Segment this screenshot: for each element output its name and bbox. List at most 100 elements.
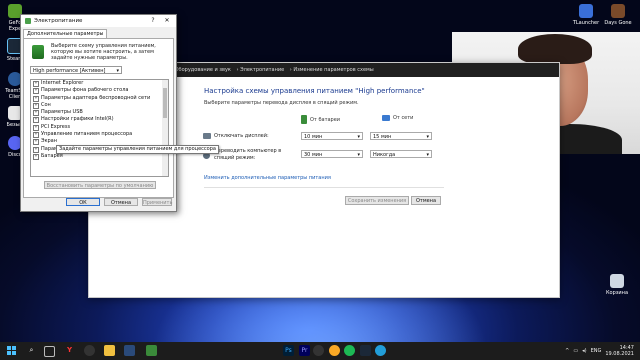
steam-taskbar-icon[interactable]: [360, 345, 371, 356]
battery-icon: [301, 115, 307, 124]
help-button[interactable]: ?: [146, 15, 160, 27]
apply-button[interactable]: Применить: [142, 198, 172, 206]
tree-item[interactable]: + Настройки графики Intel(R): [31, 116, 168, 124]
monitor-icon: [203, 133, 211, 139]
display-off-power-select[interactable]: 15 мин: [370, 132, 432, 141]
page-title: Настройка схемы управления питанием "Hig…: [204, 87, 425, 95]
desktop-icon-recycle-bin[interactable]: Корзина: [602, 274, 632, 296]
power-options-icon: [25, 18, 31, 24]
app-icon[interactable]: [84, 345, 95, 356]
tree-scrollbar[interactable]: [162, 80, 168, 176]
telegram-icon[interactable]: [375, 345, 386, 356]
breadcrumb-item[interactable]: Электропитание: [240, 67, 284, 73]
tree-item-label: Сон: [41, 101, 51, 108]
search-icon[interactable]: ⌕: [26, 345, 37, 356]
breadcrumb-sep: ›: [236, 67, 239, 73]
chevron-up-icon[interactable]: ^: [565, 348, 569, 354]
sleep-battery-select[interactable]: 30 мин: [301, 150, 363, 159]
scrollbar-thumb[interactable]: [163, 88, 167, 118]
tree-item[interactable]: + Параметры фона рабочего стола: [31, 87, 168, 95]
clock[interactable]: 14:47 19.08.2021: [605, 345, 634, 357]
file-explorer-icon[interactable]: [104, 345, 115, 356]
tree-item-label: Параметры USB: [41, 109, 83, 116]
power-options-taskbar-icon[interactable]: [146, 345, 157, 356]
tree-item[interactable]: + Сон: [31, 102, 168, 109]
days-gone-icon: [611, 4, 625, 18]
power-options-dialog: Электропитание ? ✕ Дополнительные параме…: [20, 14, 177, 212]
breadcrumb-sep: ›: [289, 67, 292, 73]
tree-item[interactable]: + Управление питанием процессора: [31, 131, 168, 139]
dialog-panel: Выберите схему управления питанием, кото…: [23, 38, 174, 198]
desktop-icon-label: TLauncher: [572, 20, 600, 26]
advanced-settings-link[interactable]: Изменить дополнительные параметры питани…: [204, 175, 331, 181]
dialog-title: Электропитание: [34, 18, 83, 24]
photoshop-icon[interactable]: Ps: [283, 345, 294, 356]
breadcrumb-item[interactable]: Изменение параметров схемы: [293, 67, 373, 73]
language-indicator[interactable]: ENG: [591, 348, 602, 354]
person-hair: [518, 34, 592, 64]
expand-icon[interactable]: +: [33, 132, 39, 139]
premiere-icon[interactable]: Pr: [299, 345, 310, 356]
column-header-power: От сети: [382, 115, 413, 121]
expand-icon[interactable]: +: [33, 88, 39, 95]
restore-defaults-button[interactable]: Восстановить параметры по умолчанию: [44, 181, 156, 189]
taskbar: ⌕ Y Ps Pr ^ ▭ ◂) ENG 14:47 19.08.2021: [0, 342, 640, 360]
clock-date: 19.08.2021: [605, 351, 634, 357]
recycle-bin-icon: [610, 274, 624, 288]
desktop-icon-label: Days Gone: [604, 20, 632, 26]
tree-item-label: Экран: [41, 138, 58, 145]
expand-icon[interactable]: +: [33, 102, 39, 109]
ok-button[interactable]: ОК: [66, 198, 100, 206]
plan-cancel-button[interactable]: Отмена: [411, 196, 441, 205]
desktop-icon-tlauncher[interactable]: TLauncher: [572, 4, 600, 26]
expand-icon[interactable]: +: [33, 124, 39, 131]
tlauncher-icon: [579, 4, 593, 18]
tree-item-label: Параметры адаптера беспроводной сети: [41, 94, 151, 101]
yandex-browser-icon[interactable]: Y: [64, 345, 75, 356]
tree-item[interactable]: + PCI Express: [31, 124, 168, 131]
volume-icon[interactable]: ◂): [582, 348, 586, 354]
start-icon[interactable]: [6, 345, 17, 356]
expand-icon[interactable]: +: [33, 146, 39, 153]
processor-tooltip: Задайте параметры управления питанием дл…: [56, 145, 219, 154]
expand-icon[interactable]: +: [33, 139, 39, 146]
network-icon[interactable]: ▭: [573, 348, 578, 354]
save-changes-button[interactable]: Сохранить изменения: [345, 196, 409, 205]
chrome-icon[interactable]: [329, 345, 340, 356]
column-header-battery: От батареи: [301, 115, 340, 124]
task-view-icon[interactable]: [44, 346, 55, 357]
spotify-icon[interactable]: [344, 345, 355, 356]
row-label: Отключать дисплей:: [214, 133, 269, 139]
tree-item[interactable]: + Internet Explorer: [31, 80, 168, 87]
expand-icon[interactable]: +: [33, 117, 39, 124]
expand-icon[interactable]: +: [33, 153, 39, 160]
settings-tree[interactable]: + Internet Explorer + Параметры фона рабоч…: [30, 79, 169, 177]
dialog-titlebar[interactable]: Электропитание ? ✕: [21, 15, 176, 27]
display-off-battery-select[interactable]: 10 мин: [301, 132, 363, 141]
expand-icon[interactable]: +: [33, 110, 39, 117]
plug-icon: [382, 115, 390, 121]
tree-item-label: Internet Explorer: [41, 80, 84, 86]
tree-item-label: PCI Express: [41, 123, 71, 130]
close-icon[interactable]: ✕: [160, 15, 174, 27]
tree-item[interactable]: + Параметры адаптера беспроводной сети: [31, 95, 168, 102]
expand-icon[interactable]: +: [33, 95, 39, 102]
power-plan-icon: [32, 45, 44, 59]
sleep-power-select[interactable]: Никогда: [370, 150, 432, 159]
system-tray: ^ ▭ ◂) ENG 14:47 19.08.2021: [565, 342, 634, 360]
breadcrumb-item[interactable]: Оборудование и звук: [175, 67, 231, 73]
tree-item[interactable]: + Батарея: [31, 153, 168, 160]
page-subtitle: Выберите параметры перевода дисплея в сп…: [204, 100, 359, 106]
obs-icon[interactable]: [313, 345, 324, 356]
tree-item-label: Параметры фона рабочего стола: [41, 87, 129, 94]
column-header-label: От батареи: [310, 116, 341, 123]
dialog-cancel-button[interactable]: Отмена: [104, 198, 138, 206]
tree-item-label: Управление питанием процессора: [41, 131, 133, 138]
column-header-label: От сети: [393, 115, 414, 121]
divider: [204, 187, 444, 188]
expand-icon[interactable]: +: [33, 81, 39, 87]
control-panel-icon[interactable]: [124, 345, 135, 356]
plan-select[interactable]: High performance [Активен]: [30, 66, 122, 75]
desktop-icon-days-gone[interactable]: Days Gone: [603, 4, 633, 26]
tree-item-label: Настройки графики Intel(R): [41, 116, 114, 123]
